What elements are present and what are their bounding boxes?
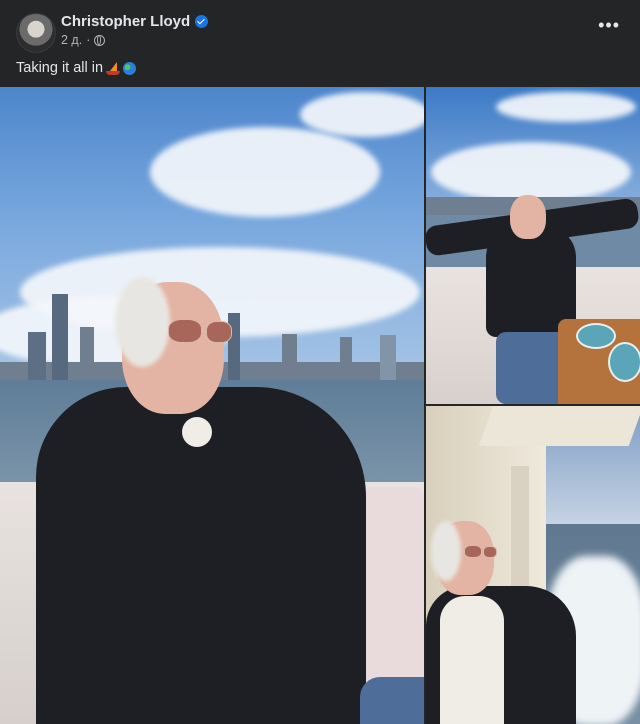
public-audience-icon[interactable] bbox=[94, 34, 106, 46]
skyscraper bbox=[52, 294, 68, 382]
white-hair bbox=[431, 521, 461, 581]
separator-dot: · bbox=[86, 33, 91, 47]
author-row: Christopher Lloyd bbox=[61, 13, 209, 30]
shirt-collar bbox=[182, 417, 212, 447]
more-options-button[interactable]: ••• bbox=[598, 16, 620, 34]
photo-main[interactable] bbox=[0, 87, 424, 724]
white-hair bbox=[115, 277, 170, 367]
canopy-roof bbox=[478, 406, 640, 446]
skyscraper bbox=[28, 332, 46, 382]
skyscraper bbox=[340, 337, 352, 382]
facebook-post: Christopher Lloyd 2 д. · ••• Taking it a… bbox=[0, 0, 640, 724]
globe-emoji-icon bbox=[123, 61, 137, 75]
sunglasses-right bbox=[206, 321, 232, 343]
man-head bbox=[510, 195, 546, 239]
cloud bbox=[300, 92, 424, 137]
caption-text: Taking it all in bbox=[16, 60, 104, 76]
skyscraper bbox=[282, 334, 297, 382]
plate bbox=[608, 342, 640, 382]
photo-top-right[interactable] bbox=[426, 87, 640, 404]
cloud bbox=[496, 92, 636, 122]
sunglasses-left bbox=[168, 319, 202, 343]
author-avatar[interactable] bbox=[16, 13, 56, 53]
photo-bottom-right[interactable] bbox=[426, 406, 640, 724]
white-sweater bbox=[440, 596, 504, 724]
sailboat-emoji-icon bbox=[106, 61, 121, 75]
plate bbox=[576, 323, 616, 349]
verified-badge-icon bbox=[195, 15, 209, 28]
cloud bbox=[150, 127, 380, 217]
post-meta: 2 д. · bbox=[61, 33, 106, 47]
skyscraper bbox=[228, 313, 240, 382]
post-timestamp[interactable]: 2 д. bbox=[61, 33, 82, 47]
skyscraper bbox=[380, 335, 396, 382]
author-name[interactable]: Christopher Lloyd bbox=[61, 13, 190, 30]
jeans bbox=[360, 677, 424, 724]
sunglasses-left bbox=[464, 545, 482, 558]
sunglasses-right bbox=[483, 546, 497, 558]
cloud bbox=[431, 142, 631, 202]
post-caption: Taking it all in bbox=[16, 60, 137, 76]
skyscraper bbox=[80, 327, 94, 382]
